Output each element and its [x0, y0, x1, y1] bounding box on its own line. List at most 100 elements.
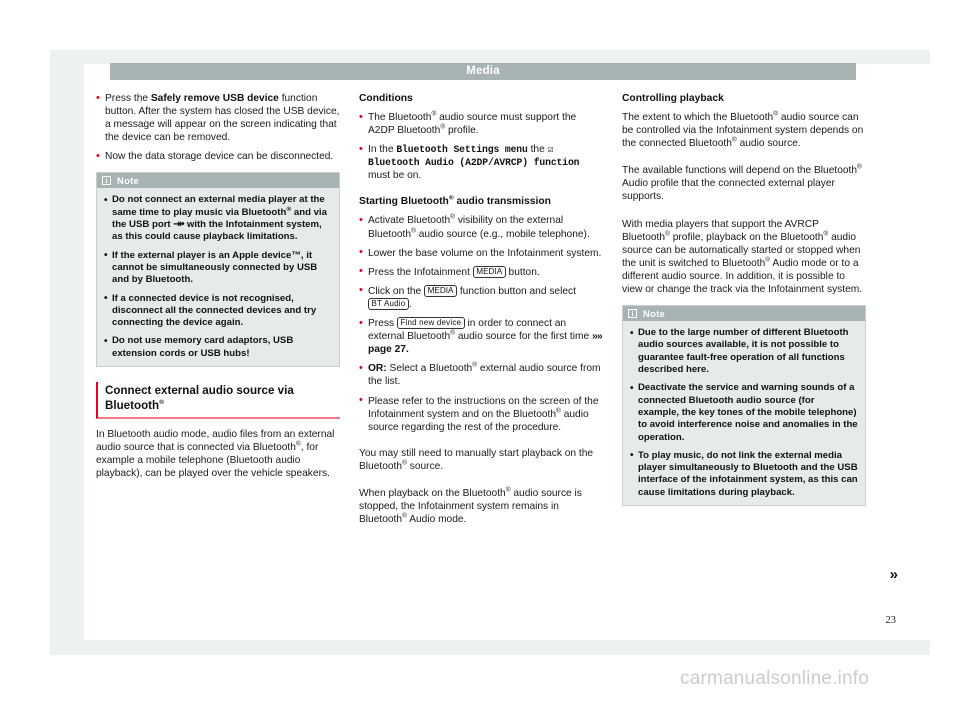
note-text: Do not use memory card adaptors, USB ext… — [112, 335, 294, 359]
usb-port-icon: ⇥• — [173, 219, 185, 231]
cond-text-3: profile. — [445, 125, 479, 137]
registered-mark: ® — [159, 398, 164, 406]
note-box-left: i Note Do not connect an external media … — [96, 172, 340, 368]
step-text-3: audio source (e.g., mobile telephone). — [415, 228, 590, 240]
para-text-1: When playback on the Bluetooth — [359, 487, 506, 499]
step-text-1: Select a Bluetooth — [386, 363, 473, 375]
paragraph-manual-start: You may still need to manually start pla… — [359, 447, 603, 473]
bullet-text: Now the data storage device can be disco… — [105, 151, 334, 163]
note-box-right: i Note Due to the large number of differ… — [622, 305, 866, 506]
section-heading-bluetooth: Connect external audio source via Blueto… — [96, 382, 340, 420]
note-bullet: Due to the large number of different Blu… — [630, 327, 858, 376]
step-find-new-device: Press Find new device in order to connec… — [359, 317, 603, 356]
note-text: Deactivate the service and warning sound… — [638, 382, 858, 443]
step-post: button. — [505, 266, 540, 278]
note-bullet: If a connected device is not recognised,… — [104, 292, 332, 330]
bt-audio-button-chip[interactable]: BT Audio — [368, 297, 409, 310]
step-pre: Click on the — [368, 285, 425, 297]
para-text-2: source. — [406, 460, 444, 472]
cross-reference-arrow-icon: »» — [592, 330, 603, 343]
cond-post: must be on. — [368, 170, 422, 182]
para-text-1: You may still need to manually start pla… — [359, 447, 594, 472]
step-activate-visibility: Activate Bluetooth® visibility on the ex… — [359, 214, 603, 240]
paragraph-available-functions: The available functions will depend on t… — [622, 164, 866, 203]
note-title: Note — [117, 175, 140, 187]
step-lower-volume: Lower the base volume on the Infotainmen… — [359, 246, 603, 260]
note-header: i Note — [97, 173, 339, 189]
bullet-a2dp-support: The Bluetooth® audio source must support… — [359, 110, 603, 137]
bullet-bluetooth-settings-menu: In the Bluetooth Settings menu the ☑ Blu… — [359, 143, 603, 182]
step-post: . — [408, 298, 412, 310]
media-button-chip[interactable]: MEDIA — [472, 265, 506, 278]
bullet-safely-remove: Press the Safely remove USB device funct… — [96, 91, 340, 144]
paragraph-control-extent: The extent to which the Bluetooth® audio… — [622, 111, 866, 150]
heading-conditions: Conditions — [359, 93, 413, 104]
note-header: i Note — [623, 306, 865, 322]
step-or-select-source: OR: Select a Bluetooth® external audio s… — [359, 362, 603, 388]
heading-controlling-playback: Controlling playback — [622, 93, 724, 104]
step-pre: Press — [368, 318, 397, 330]
note-body: Due to the large number of different Blu… — [623, 321, 865, 505]
step-mid: function button and select — [457, 285, 576, 297]
step-text-1: Activate Bluetooth — [368, 215, 451, 227]
heading-text-2: audio transmission — [453, 196, 551, 208]
page-columns: Press the Safely remove USB device funct… — [96, 91, 866, 526]
note-text: Due to the large number of different Blu… — [638, 327, 849, 376]
step-pre: Press the Infotainment — [368, 266, 473, 278]
middle-column: Conditions The Bluetooth® audio source m… — [359, 92, 603, 526]
manual-page-root: Media Press the Safely remove USB device… — [0, 0, 960, 708]
chapter-header: Media — [110, 63, 856, 80]
para-text-3: Audio mode. — [406, 514, 467, 526]
paragraph-avrcp: With media players that support the AVRC… — [622, 218, 866, 297]
or-label: OR: — [368, 363, 387, 375]
para-text-3: audio source. — [736, 138, 801, 150]
note-text: To play music, do not link the external … — [638, 449, 858, 498]
cond-text-1: The Bluetooth — [368, 112, 432, 123]
note-title: Note — [643, 308, 666, 320]
paragraph-playback-stopped: When playback on the Bluetooth® audio so… — [359, 487, 603, 526]
note-bullet: Do not connect an external media player … — [104, 194, 332, 243]
bullet-disconnect: Now the data storage device can be disco… — [96, 150, 340, 163]
note-text: If the external player is an Apple devic… — [112, 249, 318, 286]
step-post: audio source for the first time — [454, 331, 593, 343]
continuation-arrow-icon: » — [889, 566, 898, 583]
step-press-media-button: Press the Infotainment MEDIA button. — [359, 265, 603, 279]
bullet-text-bold: Safely remove USB device — [150, 93, 279, 104]
watermark: carmanualsonline.info — [680, 668, 870, 689]
para-text-1: The extent to which the Bluetooth — [622, 112, 774, 123]
cond-mid: the — [527, 144, 548, 156]
cross-reference-page: page 27. — [368, 344, 409, 356]
cond-pre: In the — [368, 144, 397, 156]
note-bullet: If the external player is an Apple devic… — [104, 249, 332, 287]
find-new-device-button-chip[interactable]: Find new device — [396, 317, 465, 330]
registered-mark: ® — [857, 163, 862, 171]
step-refer-instructions: Please refer to the instructions on the … — [359, 394, 603, 434]
heading-starting-transmission: Starting Bluetooth® audio transmission — [359, 195, 603, 208]
para-text-1: The available functions will depend on t… — [622, 165, 858, 177]
note-bullet: Deactivate the service and warning sound… — [630, 382, 858, 443]
checkbox-icon: ☑ — [547, 144, 554, 156]
info-icon: i — [102, 176, 111, 186]
right-column: Controlling playback The extent to which… — [622, 92, 866, 526]
para-text-2: profile, playback on the Bluetooth — [669, 231, 824, 243]
note-bullet: Do not use memory card adaptors, USB ext… — [104, 335, 332, 360]
step-text: Lower the base volume on the Infotainmen… — [368, 247, 602, 259]
media-button-chip[interactable]: MEDIA — [424, 284, 457, 297]
page-number: 23 — [885, 615, 897, 626]
left-column: Press the Safely remove USB device funct… — [96, 91, 340, 526]
section-heading-text: Connect external audio source via Blueto… — [105, 384, 294, 412]
info-icon: i — [628, 309, 637, 319]
bullet-text-pre: Press the — [105, 93, 151, 104]
heading-text-1: Starting Bluetooth — [359, 196, 449, 208]
note-bullet: To play music, do not link the external … — [630, 449, 858, 499]
function-name-label: Bluetooth Audio (A2DP/AVRCP) function — [368, 157, 580, 169]
step-select-bt-audio: Click on the MEDIA function button and s… — [359, 284, 603, 311]
menu-path-label: Bluetooth Settings menu — [396, 144, 528, 156]
paragraph-bluetooth-intro: In Bluetooth audio mode, audio files fro… — [96, 428, 340, 480]
